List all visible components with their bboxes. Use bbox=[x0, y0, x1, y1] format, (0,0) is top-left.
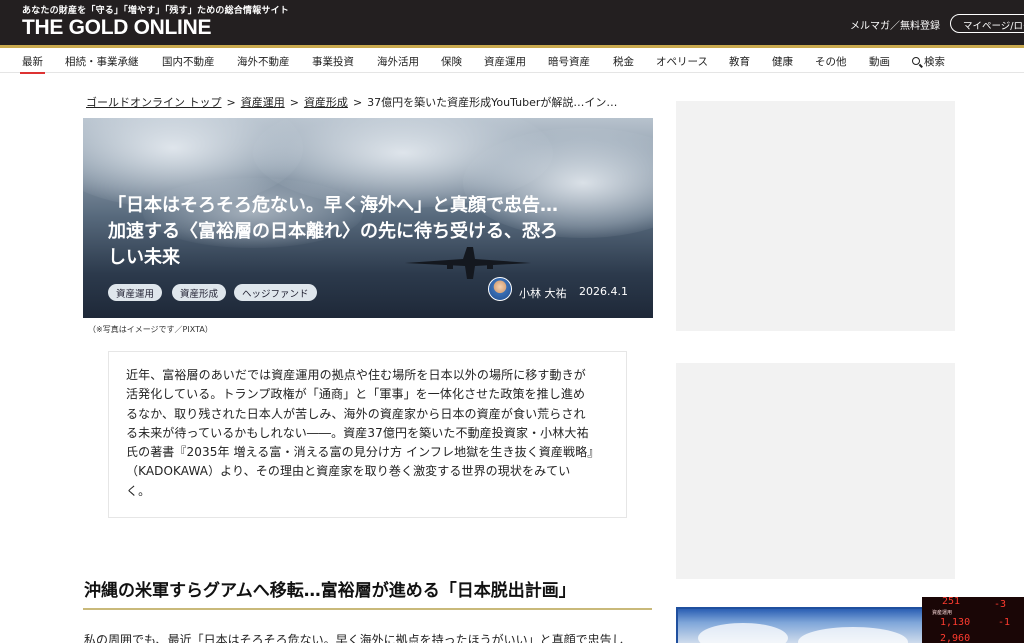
summary-line: 活発化している。トランプ政権が「通商」と「軍事」を一体化させた政策を推し進め bbox=[126, 387, 586, 402]
nav-item-domestic-realestate[interactable]: 国内不動産 bbox=[162, 54, 215, 69]
article-title-line: しい未来 bbox=[108, 247, 180, 268]
section-heading-rule bbox=[83, 608, 652, 610]
author-avatar[interactable] bbox=[488, 277, 512, 301]
article-summary: 近年、富裕層のあいだでは資産運用の拠点や住む場所を日本以外の場所に移す動きが 活… bbox=[108, 351, 627, 518]
nav-item-education[interactable]: 教育 bbox=[729, 54, 750, 69]
nav-item-insurance[interactable]: 保険 bbox=[441, 54, 462, 69]
breadcrumb-separator: > bbox=[352, 96, 363, 109]
sidebar-ad-slot[interactable] bbox=[676, 101, 955, 331]
sidebar-ad-slot[interactable] bbox=[676, 363, 955, 579]
category-nav: 最新 相続・事業承継 国内不動産 海外不動産 事業投資 海外活用 保険 資産運用… bbox=[0, 48, 1024, 74]
summary-line: 氏の著書『2035年 増える富・消える富の見分け方 インフレ地獄を生き抜く資産戦… bbox=[126, 445, 600, 460]
tag-asset-formation[interactable]: 資産形成 bbox=[172, 284, 227, 301]
nav-item-business-investment[interactable]: 事業投資 bbox=[312, 54, 354, 69]
nav-item-overseas-use[interactable]: 海外活用 bbox=[377, 54, 419, 69]
tag-hedge-fund[interactable]: ヘッジファンド bbox=[234, 284, 317, 301]
site-logo[interactable]: THE GOLD ONLINE bbox=[22, 16, 211, 40]
summary-line: （KADOKAWA）より、その理由と資産家を取り巻く激変する世界の現状をみてい bbox=[126, 464, 571, 479]
nav-search[interactable]: 検索 bbox=[912, 54, 945, 69]
nav-item-overseas-realestate[interactable]: 海外不動産 bbox=[237, 54, 290, 69]
author-name[interactable]: 小林 大祐 bbox=[519, 285, 567, 301]
site-header: あなたの財産を「守る」「増やす」「残す」ための総合情報サイト THE GOLD … bbox=[0, 0, 1024, 45]
nav-item-other[interactable]: その他 bbox=[815, 54, 847, 69]
ticker-value: 1,130 bbox=[940, 617, 971, 628]
nav-item-tax[interactable]: 税金 bbox=[613, 54, 634, 69]
nav-item-inheritance[interactable]: 相続・事業承継 bbox=[65, 54, 139, 69]
nav-item-crypto[interactable]: 暗号資産 bbox=[548, 54, 590, 69]
breadcrumb-current: 37億円を築いた資産形成YouTuberが解説…イン… bbox=[367, 96, 618, 109]
summary-line: る未来が待っているかもしれない――。資産37億円を築いた不動産投資家・小林大祐 bbox=[126, 425, 589, 440]
nav-search-label: 検索 bbox=[924, 56, 945, 68]
search-icon bbox=[912, 57, 920, 65]
breadcrumb-separator: > bbox=[226, 96, 236, 109]
ticker-value: -1 bbox=[998, 617, 1011, 628]
photo-caption: （※写真はイメージです／PIXTA） bbox=[88, 325, 213, 334]
nav-item-asset-management[interactable]: 資産運用 bbox=[484, 54, 526, 69]
summary-line: く。 bbox=[126, 483, 151, 498]
nav-item-health[interactable]: 健康 bbox=[772, 54, 793, 69]
breadcrumb-asset-management[interactable]: 資産運用 bbox=[241, 96, 285, 109]
summary-line: 近年、富裕層のあいだでは資産運用の拠点や住む場所を日本以外の場所に移す動きが bbox=[126, 368, 586, 382]
breadcrumb-asset-formation[interactable]: 資産形成 bbox=[304, 96, 348, 109]
nav-item-operating-lease[interactable]: オペリース bbox=[656, 54, 708, 69]
mypage-login-button[interactable]: マイページ/ログイン bbox=[950, 14, 1024, 33]
cloud-shape bbox=[698, 623, 788, 643]
breadcrumb: ゴールドオンライン トップ > 資産運用 > 資産形成 >37億円を築いた資産形成YouT… bbox=[86, 94, 652, 110]
sidebar-promo-banner[interactable] bbox=[676, 607, 955, 643]
site-tagline: あなたの財産を「守る」「増やす」「残す」ための総合情報サイト bbox=[22, 6, 290, 16]
ticker-value: -3 bbox=[994, 599, 1007, 610]
tag-asset-management[interactable]: 資産運用 bbox=[108, 284, 163, 301]
section-heading: 沖縄の米軍すらグアムへ移転…富裕層が進める「日本脱出計画」 bbox=[84, 581, 576, 601]
article-title: 「日本はそろそろ危ない。早く海外へ」と真顔で忠告… 加速する〈富裕層の日本離れ〉… bbox=[108, 193, 628, 271]
cloud-shape bbox=[798, 627, 908, 643]
nav-item-latest[interactable]: 最新 bbox=[20, 54, 45, 74]
summary-line: るなか、取り残された日本人が苦しみ、海外の資産家から日本の資産が食い荒らされ bbox=[126, 406, 586, 421]
article-body-text: 私の周囲でも、最近「日本はそろそろ危ない。早く海外に拠点を持ったほうがいい」と真… bbox=[84, 633, 624, 643]
breadcrumb-separator: > bbox=[289, 96, 299, 109]
ticker-value: 2,960 bbox=[940, 633, 971, 643]
article-title-line: 加速する〈富裕層の日本離れ〉の先に待ち受ける、恐ろ bbox=[108, 221, 558, 242]
hero-image: 「日本はそろそろ危ない。早く海外へ」と真顔で忠告… 加速する〈富裕層の日本離れ〉… bbox=[83, 118, 653, 318]
article-title-line: 「日本はそろそろ危ない。早く海外へ」と真顔で忠告… bbox=[108, 195, 558, 216]
publish-date: 2026.4.1 bbox=[579, 285, 628, 298]
ticker-label: 資産運用 bbox=[932, 610, 953, 616]
newsletter-link[interactable]: メルマガ／無料登録 bbox=[850, 17, 940, 32]
ticker-value: 251 bbox=[942, 597, 961, 607]
stock-ticker-thumbnail[interactable]: 251 -3 資産運用 1,130 -1 2,960 bbox=[922, 597, 1024, 643]
breadcrumb-home[interactable]: ゴールドオンライン トップ bbox=[86, 96, 222, 109]
nav-item-video[interactable]: 動画 bbox=[869, 54, 890, 69]
